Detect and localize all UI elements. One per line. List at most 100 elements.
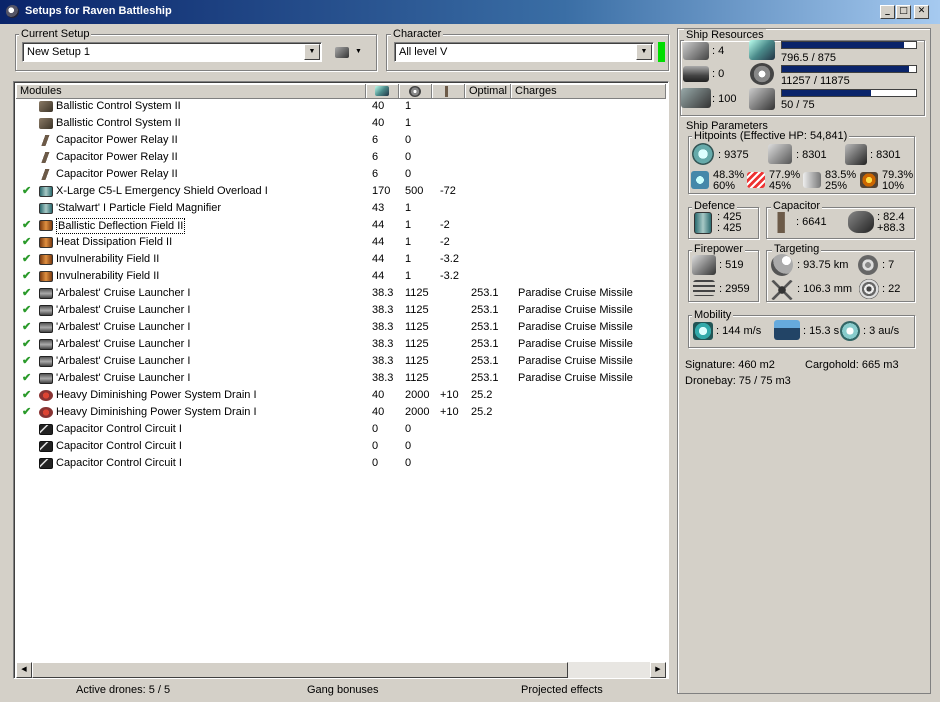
table-row[interactable]: ✔ Invulnerability Field II 44 1 -3.2 — [16, 268, 666, 285]
checkmark-icon[interactable]: ✔ — [22, 353, 31, 370]
hitpoints-label: Hitpoints (Effective HP: 54,841) — [692, 130, 850, 142]
table-row[interactable]: ✔ 'Arbalest' Cruise Launcher I 38.3 1125 253… — [16, 370, 666, 387]
column-header-powergrid[interactable] — [399, 84, 432, 99]
module-capacitor: -2 — [440, 219, 450, 231]
table-row[interactable]: ✔ 'Arbalest' Cruise Launcher I 38.3 1125 253… — [16, 302, 666, 319]
module-cpu: 38.3 — [372, 304, 394, 316]
module-cpu: 40 — [372, 406, 385, 418]
module-powergrid: 2000 — [405, 389, 430, 401]
checkmark-icon[interactable]: ✔ — [22, 268, 31, 285]
table-row[interactable]: ✔ 'Arbalest' Cruise Launcher I 38.3 1125 253… — [16, 319, 666, 336]
table-row[interactable]: ✔ 'Arbalest' Cruise Launcher I 38.3 1125 253… — [16, 353, 666, 370]
module-icon — [39, 407, 53, 418]
character-status-indicator — [658, 42, 665, 62]
module-icon — [39, 186, 53, 197]
table-row[interactable]: Capacitor Power Relay II 6 0 — [16, 132, 666, 149]
module-charges: Paradise Cruise Missile — [518, 338, 633, 350]
module-name: 'Stalwart' I Particle Field Magnifier — [56, 202, 221, 214]
module-name: Invulnerability Field II — [56, 253, 160, 265]
module-cpu: 44 — [372, 219, 385, 231]
chevron-down-icon[interactable]: ▼ — [636, 44, 652, 60]
title-bar[interactable]: Setups for Raven Battleship _ □ ✕ — [0, 0, 940, 24]
table-row[interactable]: Capacitor Control Circuit I 0 0 — [16, 438, 666, 455]
table-row[interactable]: ✔ 'Arbalest' Cruise Launcher I 38.3 1125 253… — [16, 285, 666, 302]
module-charges: Paradise Cruise Missile — [518, 355, 633, 367]
column-header-charges[interactable]: Charges — [511, 84, 666, 99]
shield-hp-value: : 9375 — [718, 149, 749, 161]
table-row[interactable]: Ballistic Control System II 40 1 — [16, 98, 666, 115]
checkmark-icon[interactable]: ✔ — [22, 234, 31, 251]
signature-value: Signature: 460 m2 — [685, 359, 775, 371]
table-row[interactable]: Capacitor Power Relay II 6 0 — [16, 149, 666, 166]
checkmark-icon[interactable]: ✔ — [22, 251, 31, 268]
turret-hardpoints-value: : 4 — [712, 45, 725, 57]
module-capacitor: +10 — [440, 389, 459, 401]
powergrid-icon — [750, 63, 774, 85]
module-cpu: 0 — [372, 457, 379, 469]
ship-tools-icon — [335, 47, 349, 58]
column-header-cpu[interactable] — [366, 84, 399, 99]
module-optimal: 253.1 — [471, 338, 499, 350]
horizontal-scrollbar[interactable]: ◀ ▶ — [16, 662, 666, 678]
checkmark-icon[interactable]: ✔ — [22, 302, 31, 319]
modules-list[interactable]: Modules Optimal Charges Ballistic Contro… — [13, 81, 669, 679]
checkmark-icon[interactable]: ✔ — [22, 336, 31, 353]
module-charges: Paradise Cruise Missile — [518, 304, 633, 316]
setup-actions-button[interactable]: ▼ — [333, 45, 363, 61]
character-label: Character — [391, 28, 444, 40]
column-header-optimal[interactable]: Optimal — [465, 84, 511, 99]
scroll-right-arrow-icon[interactable]: ▶ — [650, 662, 666, 678]
targeting-range-value: : 93.75 km — [797, 259, 849, 271]
table-row[interactable]: ✔ Heavy Diminishing Power System Drain I 4… — [16, 387, 666, 404]
module-powergrid: 1 — [405, 219, 412, 231]
module-powergrid: 1125 — [405, 287, 429, 299]
table-row[interactable]: ✔ X-Large C5-L Emergency Shield Overload … — [16, 183, 666, 200]
module-powergrid: 0 — [405, 423, 412, 435]
volley-value: : 2959 — [719, 283, 750, 295]
checkmark-icon[interactable]: ✔ — [22, 183, 31, 200]
max-targets-icon — [858, 255, 878, 275]
chevron-down-icon[interactable]: ▼ — [304, 44, 320, 60]
column-header-modules[interactable]: Modules — [16, 84, 366, 99]
scrollbar-thumb[interactable] — [32, 662, 568, 678]
table-row[interactable]: Capacitor Control Circuit I 0 0 — [16, 421, 666, 438]
gang-bonuses-button[interactable]: Gang bonuses — [307, 683, 379, 700]
table-row[interactable]: Capacitor Control Circuit I 0 0 — [16, 455, 666, 472]
module-icon — [39, 356, 53, 367]
em-resist-armor: 60% — [713, 180, 736, 192]
volley-icon — [693, 280, 715, 296]
table-row[interactable]: ✔ Invulnerability Field II 44 1 -3.2 — [16, 251, 666, 268]
character-select[interactable]: All level V ▼ — [394, 42, 654, 62]
checkmark-icon[interactable]: ✔ — [22, 370, 31, 387]
module-icon — [39, 271, 53, 282]
scan-resolution-icon — [771, 280, 793, 300]
cpu-icon — [749, 40, 775, 60]
table-row[interactable]: ✔ Heavy Diminishing Power System Drain I 4… — [16, 404, 666, 421]
scroll-left-arrow-icon[interactable]: ◀ — [16, 662, 32, 678]
max-targets-value: : 7 — [882, 259, 895, 271]
table-row[interactable]: ✔ Heat Dissipation Field II 44 1 -2 — [16, 234, 666, 251]
current-setup-select[interactable]: New Setup 1 ▼ — [22, 42, 322, 62]
table-row[interactable]: ✔ Ballistic Deflection Field II 44 1 -2 — [16, 217, 666, 234]
minimize-button[interactable]: _ — [880, 5, 895, 19]
armor-hp-icon — [768, 144, 792, 164]
table-row[interactable]: Capacitor Power Relay II 6 0 — [16, 166, 666, 183]
table-row[interactable]: 'Stalwart' I Particle Field Magnifier 43 1 — [16, 200, 666, 217]
module-icon — [36, 135, 56, 146]
active-drones-status[interactable]: Active drones: 5 / 5 — [76, 683, 170, 700]
close-button[interactable]: ✕ — [914, 5, 929, 19]
projected-effects-button[interactable]: Projected effects — [521, 683, 603, 700]
checkmark-icon[interactable]: ✔ — [22, 319, 31, 336]
capacitor-recharge-icon — [848, 211, 874, 233]
module-cpu: 40 — [372, 117, 385, 129]
checkmark-icon[interactable]: ✔ — [22, 387, 31, 404]
table-row[interactable]: ✔ 'Arbalest' Cruise Launcher I 38.3 1125 253… — [16, 336, 666, 353]
module-icon — [39, 254, 53, 265]
checkmark-icon[interactable]: ✔ — [22, 285, 31, 302]
explosive-resist-armor: 10% — [882, 180, 905, 192]
checkmark-icon[interactable]: ✔ — [22, 404, 31, 421]
table-row[interactable]: Ballistic Control System II 40 1 — [16, 115, 666, 132]
checkmark-icon[interactable]: ✔ — [22, 217, 31, 234]
column-header-capacitor[interactable] — [432, 84, 465, 99]
maximize-button[interactable]: □ — [896, 5, 911, 19]
